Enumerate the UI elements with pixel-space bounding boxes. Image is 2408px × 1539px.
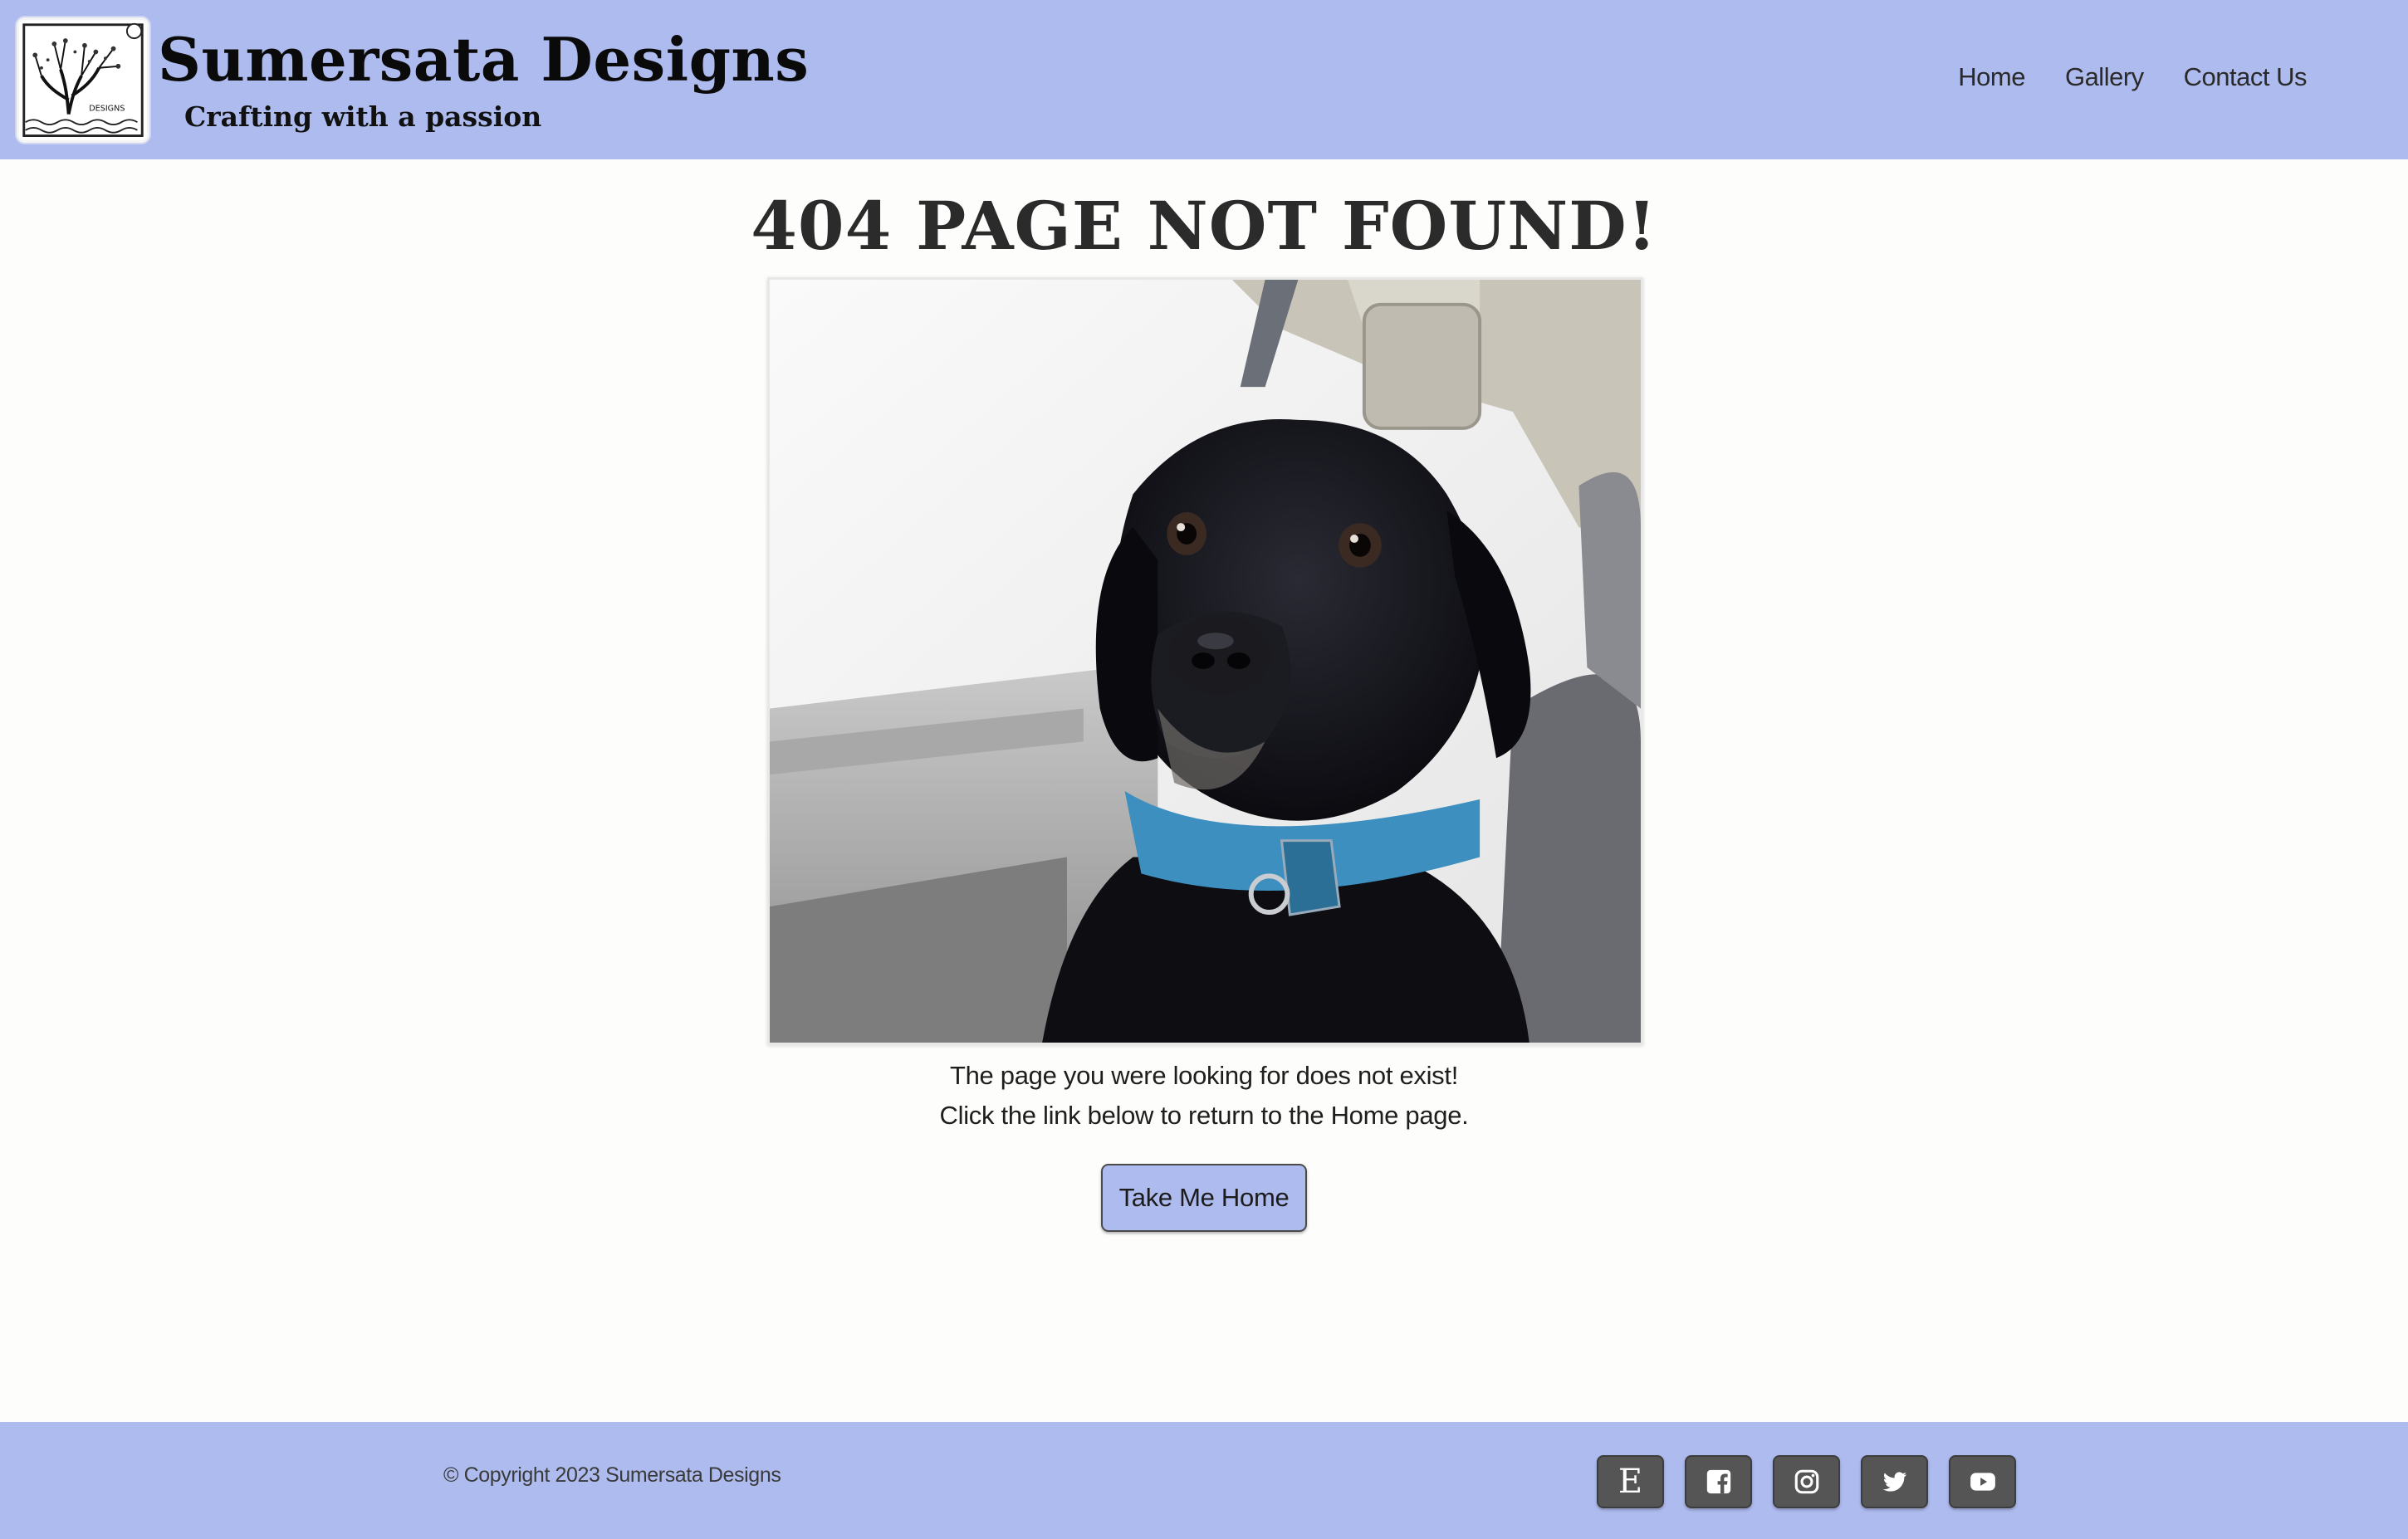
svg-text:DESIGNS: DESIGNS bbox=[89, 105, 125, 114]
nav-gallery-link[interactable]: Gallery bbox=[2065, 62, 2144, 92]
facebook-link[interactable] bbox=[1685, 1455, 1752, 1508]
dog-photo bbox=[767, 277, 1643, 1045]
not-found-message: The page you were looking for does not e… bbox=[949, 1061, 1459, 1090]
main-nav: Home Gallery Contact Us bbox=[1958, 55, 2307, 100]
page-title: 404 PAGE NOT FOUND! bbox=[751, 187, 1657, 265]
twitter-icon bbox=[1882, 1472, 1906, 1492]
nav-contact-link[interactable]: Contact Us bbox=[2184, 62, 2308, 92]
nav-home-link[interactable]: Home bbox=[1958, 62, 2025, 92]
dog-in-car-image bbox=[770, 280, 1641, 1043]
tree-logo-icon: DESIGNS bbox=[22, 22, 144, 137]
etsy-icon: E bbox=[1618, 1463, 1643, 1501]
social-links: E bbox=[1597, 1455, 2016, 1508]
return-home-hint: Click the link below to return to the Ho… bbox=[939, 1101, 1469, 1130]
facebook-icon bbox=[1706, 1469, 1730, 1494]
site-logo[interactable]: DESIGNS bbox=[17, 17, 149, 143]
take-me-home-button[interactable]: Take Me Home bbox=[1101, 1164, 1307, 1232]
brand-tagline: Crafting with a passion bbox=[184, 100, 542, 133]
etsy-link[interactable]: E bbox=[1597, 1455, 1664, 1508]
twitter-link[interactable] bbox=[1861, 1455, 1928, 1508]
youtube-link[interactable] bbox=[1949, 1455, 2016, 1508]
brand-name: Sumersata Designs bbox=[158, 24, 810, 95]
copyright-text: © Copyright 2023 Sumersata Designs bbox=[443, 1463, 781, 1487]
site-footer: © Copyright 2023 Sumersata Designs E bbox=[0, 1422, 2408, 1539]
site-header: DESIGNS Sumersata Designs Crafting with … bbox=[0, 0, 2408, 159]
youtube-icon bbox=[1970, 1473, 1995, 1491]
instagram-icon bbox=[1794, 1469, 1818, 1494]
instagram-link[interactable] bbox=[1773, 1455, 1840, 1508]
